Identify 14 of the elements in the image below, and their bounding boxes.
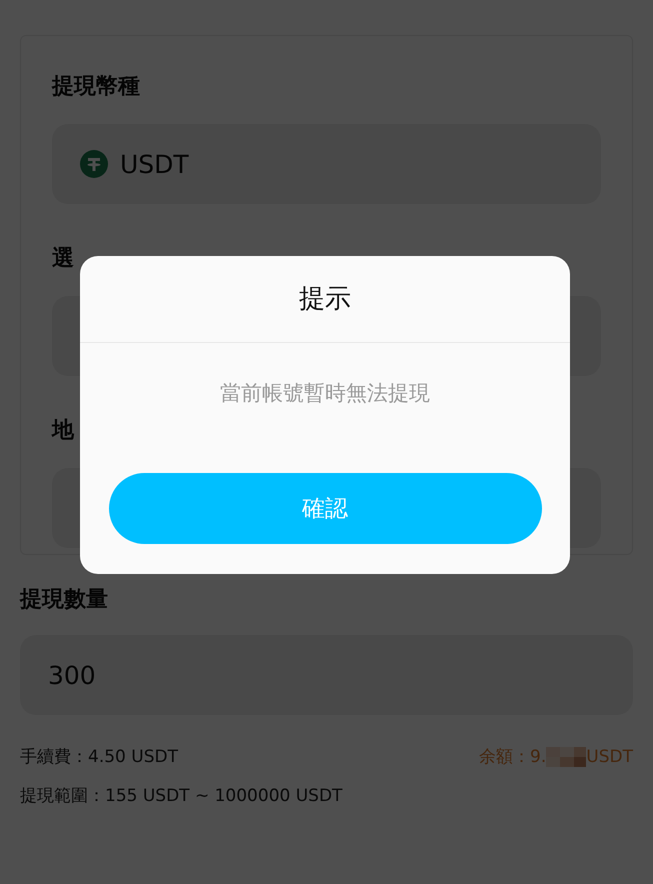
currency-value: USDT (120, 150, 189, 178)
confirm-button[interactable]: 確認 (108, 473, 542, 544)
dialog-title: 提示 (80, 256, 570, 343)
field-label: 地 (52, 417, 74, 445)
field-label: 提現數量 (20, 586, 108, 614)
amount-field[interactable]: 300 (20, 635, 633, 715)
fee-text: 手續費：4.50 USDT (20, 746, 178, 768)
field-label: 選 (52, 245, 74, 273)
field-label: 提現幣種 (52, 73, 140, 101)
currency-select[interactable]: USDT (52, 124, 601, 204)
balance-unit: USDT (586, 746, 633, 766)
dialog-message: 當前帳號暫時無法提現 (220, 380, 430, 407)
balance-text: 余額：9. (479, 746, 546, 768)
range-text: 提現範圍：155 USDT ~ 1000000 USDT (20, 785, 342, 807)
